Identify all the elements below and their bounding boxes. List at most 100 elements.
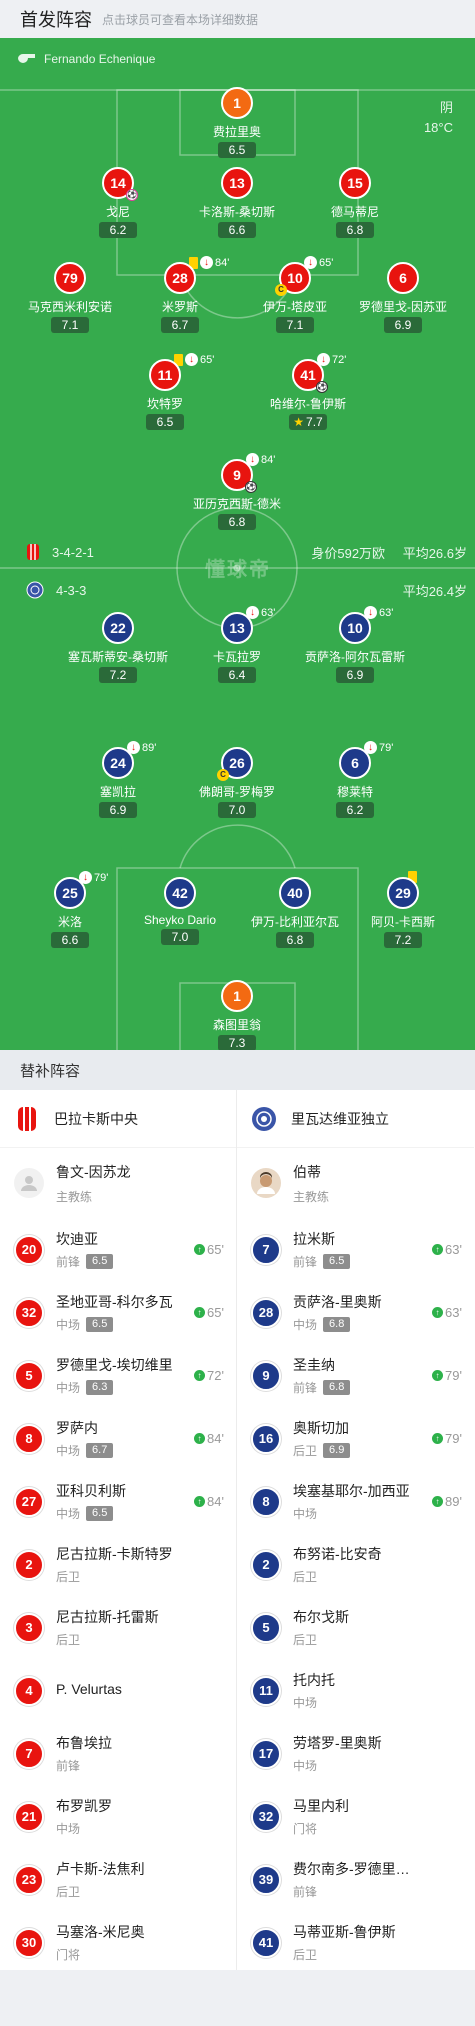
away-formation-text: 4-3-3	[56, 582, 87, 598]
player-rating: 6.8	[336, 222, 374, 238]
away-player-8[interactable]: 42 Sheyko Dario 7.0	[125, 877, 235, 946]
away-player-11[interactable]: 1 森图里翁 7.3	[182, 980, 292, 1050]
away-sub-row[interactable]: 5 布尔戈斯 后卫	[237, 1596, 474, 1659]
home-sub-row[interactable]: 5 罗德里戈-埃切维里 中场 6.3 ↑ 72'	[0, 1344, 236, 1407]
own-goal-icon: ⚽	[126, 189, 138, 201]
home-sub-row[interactable]: 2 尼古拉斯-卡斯特罗 后卫	[0, 1533, 236, 1596]
sub-number: 23	[14, 1864, 44, 1895]
sub-in: ↑ 65'	[194, 1305, 224, 1320]
home-sub-row[interactable]: 4 P. Velurtas	[0, 1659, 236, 1722]
home-coach-row[interactable]: 鲁文-因苏龙 主教练	[0, 1148, 236, 1218]
sub-in: ↑ 63'	[432, 1242, 462, 1257]
player-name: 贡萨洛-阿尔瓦雷斯	[305, 650, 405, 664]
away-sub-row[interactable]: 32 马里内利 门将	[237, 1785, 474, 1848]
away-player-4[interactable]: ↓ 89' 24 塞凯拉 6.9	[63, 741, 173, 819]
player-events: ↓ 79'	[79, 871, 108, 884]
home-team-logo-icon	[18, 1106, 36, 1131]
sub-number: 4	[14, 1675, 44, 1706]
away-avg-age: 平均26.4岁	[402, 584, 467, 599]
jersey-number: 14 ⚽	[102, 167, 138, 201]
away-sub-row[interactable]: 41 马蒂亚斯-鲁伊斯 后卫	[237, 1911, 474, 1974]
sub-number: 9	[251, 1360, 281, 1391]
away-sub-row[interactable]: 17 劳塔罗-里奥斯 中场	[237, 1722, 474, 1785]
home-sub-row[interactable]: 20 坎迪亚 前锋 6.5 ↑ 65'	[0, 1218, 236, 1281]
sub-in-icon: ↑	[194, 1496, 206, 1507]
sub-number: 2	[14, 1549, 44, 1580]
home-player-6[interactable]: ↓ 84' 28 米罗斯 6.7	[125, 256, 235, 334]
away-coach-row[interactable]: 伯蒂 主教练	[237, 1148, 474, 1218]
home-sub-row[interactable]: 3 尼古拉斯-托雷斯 后卫	[0, 1596, 236, 1659]
away-team-row[interactable]: 里瓦达维亚独立	[237, 1090, 474, 1148]
player-rating: ★ 7.7	[289, 414, 327, 430]
sub-position: 中场	[293, 1507, 318, 1521]
away-player-1[interactable]: 22 塞瓦斯蒂安-桑切斯 7.2	[63, 612, 173, 684]
player-rating: 6.9	[99, 802, 137, 818]
home-player-10[interactable]: ↓ 72' 41 ⚽ 哈维尔-鲁伊斯 ★ 7.7	[253, 353, 363, 431]
sub-in: ↑ 72'	[194, 1368, 224, 1383]
home-player-7[interactable]: ↓ 65' 10 C 伊万-塔皮亚 7.1	[240, 256, 350, 334]
sub-time: 89'	[142, 741, 157, 754]
away-sub-row[interactable]: 28 贡萨洛-里奥斯 中场 6.8 ↑ 63'	[237, 1281, 474, 1344]
home-player-5[interactable]: 79 马克西米利安诺 7.1	[15, 262, 125, 334]
home-sub-row[interactable]: 27 亚科贝利斯 中场 6.5 ↑ 84'	[0, 1470, 236, 1533]
sub-in-icon: ↑	[194, 1433, 206, 1444]
home-sub-row[interactable]: 30 马塞洛-米尼奥 门将	[0, 1911, 236, 1974]
player-rating: 6.8	[218, 514, 256, 530]
home-sub-row[interactable]: 21 布罗凯罗 中场	[0, 1785, 236, 1848]
sub-number: 5	[251, 1612, 281, 1643]
sub-position: 中场 6.8	[293, 1316, 413, 1333]
player-events: ↓ 79'	[364, 741, 393, 754]
sub-number: 2	[251, 1549, 281, 1580]
away-player-5[interactable]: 26 C 佛朗哥-罗梅罗 7.0	[182, 747, 292, 819]
away-player-7[interactable]: ↓ 79' 25 米洛 6.6	[15, 871, 125, 949]
away-player-10[interactable]: 29 阿贝-卡西斯 7.2	[348, 871, 458, 949]
player-rating: 6.6	[51, 932, 89, 948]
home-sub-row[interactable]: 7 布鲁埃拉 前锋	[0, 1722, 236, 1785]
player-events: ↓ 84'	[189, 256, 229, 269]
home-sub-row[interactable]: 8 罗萨内 中场 6.7 ↑ 84'	[0, 1407, 236, 1470]
away-sub-row[interactable]: 9 圣圭纳 前锋 6.8 ↑ 79'	[237, 1344, 474, 1407]
away-sub-row[interactable]: 8 埃塞基耶尔-加西亚 中场 ↑ 89'	[237, 1470, 474, 1533]
home-player-1[interactable]: 1 费拉里奥 6.5	[182, 87, 292, 159]
player-rating: 6.5	[146, 414, 184, 430]
sub-time: 63'	[379, 606, 394, 619]
sub-rating: 6.3	[86, 1380, 114, 1395]
home-sub-row[interactable]: 32 圣地亚哥-科尔多瓦 中场 6.5 ↑ 65'	[0, 1281, 236, 1344]
sub-rating: 6.5	[323, 1254, 351, 1269]
home-player-8[interactable]: 6 罗德里戈-因苏亚 6.9	[348, 262, 458, 334]
away-player-2[interactable]: ↓ 63' 13 卡瓦拉罗 6.4	[182, 606, 292, 684]
jersey-number: 79	[54, 262, 86, 294]
sub-in: ↑ 79'	[432, 1368, 462, 1383]
sub-off-icon: ↓	[200, 256, 213, 269]
away-coach-name: 伯蒂	[293, 1163, 321, 1180]
jersey-number: 28	[164, 262, 196, 294]
home-team-row[interactable]: 巴拉卡斯中央	[0, 1090, 236, 1148]
away-team-name: 里瓦达维亚独立	[291, 1110, 389, 1127]
player-events: ↓ 72'	[317, 353, 346, 366]
player-name: 戈尼	[105, 205, 130, 219]
home-player-2[interactable]: 14 ⚽ 戈尼 6.2	[63, 167, 173, 239]
home-player-11[interactable]: ↓ 84' 9 ⚽ 亚历克西斯-德米 6.8	[182, 453, 292, 531]
home-player-4[interactable]: 15 德马蒂尼 6.8	[300, 167, 410, 239]
away-sub-row[interactable]: 11 托内托 中场	[237, 1659, 474, 1722]
jersey-number: 42	[164, 877, 196, 909]
sub-time: 65'	[200, 353, 215, 366]
away-sub-row[interactable]: 16 奥斯切加 后卫 6.9 ↑ 79'	[237, 1407, 474, 1470]
away-player-3[interactable]: ↓ 63' 10 贡萨洛-阿尔瓦雷斯 6.9	[300, 606, 410, 684]
away-sub-row[interactable]: 2 布努诺-比安奇 后卫	[237, 1533, 474, 1596]
home-player-9[interactable]: ↓ 65' 11 坎特罗 6.5	[110, 353, 220, 431]
player-events: ↓ 65'	[174, 353, 214, 366]
away-player-9[interactable]: 40 伊万-比利亚尔瓦 6.8	[240, 877, 350, 949]
away-player-6[interactable]: ↓ 79' 6 穆莱特 6.2	[300, 741, 410, 819]
player-rating: 6.2	[99, 222, 137, 238]
home-player-3[interactable]: 13 卡洛斯-桑切斯 6.6	[182, 167, 292, 239]
sub-rating: 6.5	[86, 1317, 114, 1332]
away-coach-role: 主教练	[293, 1189, 330, 1204]
away-sub-row[interactable]: 39 费尔南多-罗德里格斯 前锋	[237, 1848, 474, 1911]
home-sub-row[interactable]: 23 卢卡斯-法焦利 后卫	[0, 1848, 236, 1911]
coach-avatar	[251, 1168, 281, 1198]
sub-position: 门将	[293, 1822, 318, 1836]
away-sub-row[interactable]: 7 拉米斯 前锋 6.5 ↑ 63'	[237, 1218, 474, 1281]
sub-number: 39	[251, 1864, 281, 1895]
player-name: 塞瓦斯蒂安-桑切斯	[68, 650, 168, 664]
